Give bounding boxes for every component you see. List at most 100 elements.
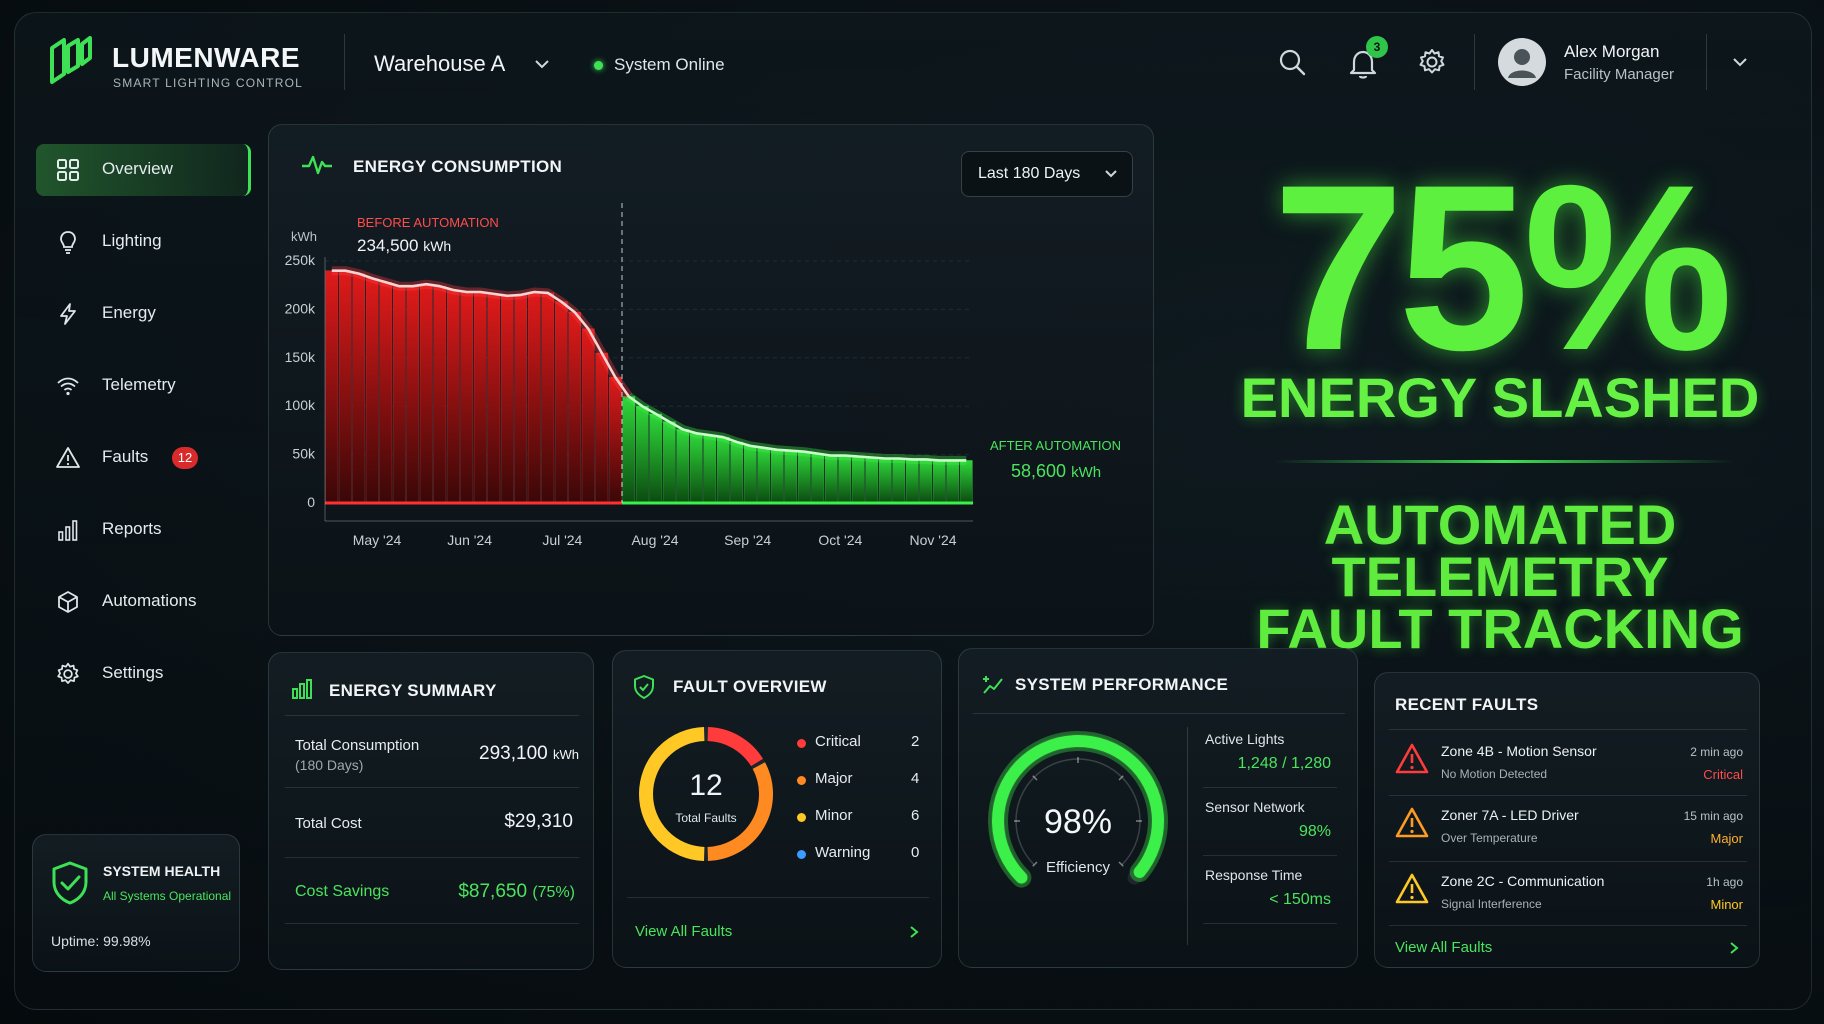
chart-bar <box>595 352 609 504</box>
sidebar-item-telemetry[interactable]: Telemetry <box>36 360 248 412</box>
system-health-status: All Systems Operational <box>103 889 232 903</box>
recent-faults-panel: RECENT FAULTS Zone 4B - Motion Sensor No… <box>1374 672 1760 968</box>
cube-icon <box>58 591 78 613</box>
gear-icon[interactable] <box>1418 48 1446 76</box>
divider <box>1203 787 1337 788</box>
fault-row-label: Warning <box>815 844 871 861</box>
notifications-button[interactable]: 3 <box>1346 36 1388 79</box>
location-label: Warehouse A <box>374 51 506 76</box>
sidebar-item-label: Energy <box>102 303 156 322</box>
fault-row-label: Minor <box>815 807 853 824</box>
sidebar-item-lighting[interactable]: Lighting <box>36 216 248 268</box>
view-all-faults-link[interactable]: View All Faults <box>627 909 929 949</box>
chart-bar <box>676 429 690 504</box>
total-consumption-label: Total Consumption <box>295 737 420 754</box>
status-dot <box>594 61 603 70</box>
shield-check-icon <box>52 861 88 905</box>
hero-headline: ENERGY SLASHED <box>1240 366 1760 429</box>
chart-bar <box>811 453 825 504</box>
chart-bar <box>703 434 717 504</box>
recent-fault-item[interactable]: Zoner 7A - LED Driver Over Temperature 1… <box>1389 797 1747 861</box>
system-status: System Online <box>614 55 725 74</box>
hero-line-telemetry: TELEMETRY <box>1331 545 1669 608</box>
y-tick-label: 0 <box>307 494 315 510</box>
chart-bar <box>824 455 838 504</box>
sidebar-item-overview[interactable]: Overview <box>36 144 251 196</box>
x-tick-label: Aug '24 <box>631 532 678 548</box>
sidebar-item-energy[interactable]: Energy <box>36 288 248 340</box>
sidebar-item-automations[interactable]: Automations <box>36 576 248 628</box>
chart-bar <box>433 285 447 504</box>
chart-bar <box>446 289 460 504</box>
chart-bar <box>892 458 906 504</box>
major-dot <box>797 776 806 785</box>
sidebar-item-settings[interactable]: Settings <box>36 648 248 700</box>
chart-bar <box>500 295 514 504</box>
chart-bar <box>419 283 433 504</box>
cost-savings-value: $87,650 (75%) <box>458 881 575 902</box>
chart-bar <box>770 449 784 504</box>
sidebar-item-label: Telemetry <box>102 375 176 394</box>
chart-bar <box>716 436 730 504</box>
after-automation-label: AFTER AUTOMATION <box>990 438 1121 453</box>
x-tick-label: Nov '24 <box>909 532 956 548</box>
user-role: Facility Manager <box>1564 66 1675 83</box>
user-menu[interactable]: Alex Morgan Facility Manager <box>1498 34 1768 90</box>
chart-bar <box>365 278 379 504</box>
sensor-network-label: Sensor Network <box>1205 799 1305 815</box>
sidebar-item-faults[interactable]: Faults 12 <box>36 432 248 484</box>
total-consumption-value: 293,100 kWh <box>479 743 579 764</box>
location-selector[interactable]: Warehouse A <box>372 48 552 80</box>
cost-savings-label: Cost Savings <box>295 883 390 900</box>
chart-bar <box>865 457 879 504</box>
recent-faults-view-all-link[interactable]: View All Faults <box>1389 927 1747 965</box>
divider <box>1389 861 1747 862</box>
sidebar-item-reports[interactable]: Reports <box>36 504 248 556</box>
chart-bar <box>352 273 366 504</box>
y-tick-label: 50k <box>292 446 316 462</box>
active-lights-label: Active Lights <box>1205 731 1285 747</box>
minor-dot <box>797 813 806 822</box>
bolt-icon <box>60 303 76 325</box>
chevron-right-icon <box>1730 942 1739 954</box>
efficiency-label: Efficiency <box>1046 859 1110 876</box>
shield-check-icon <box>634 675 654 699</box>
chart-bar <box>797 451 811 504</box>
uptime: Uptime: 99.98% <box>51 933 151 949</box>
recent-fault-item[interactable]: Zone 4B - Motion Sensor No Motion Detect… <box>1389 731 1747 795</box>
y-tick-label: 150k <box>285 349 316 365</box>
search-icon[interactable] <box>1278 48 1306 76</box>
x-tick-label: Jul '24 <box>542 532 582 548</box>
system-health-title: SYSTEM HEALTH <box>103 863 221 879</box>
fault-time: 1h ago <box>1706 875 1743 889</box>
response-time-value: < 150ms <box>1269 891 1331 908</box>
divider <box>1389 729 1747 730</box>
chart-bar <box>649 413 663 504</box>
fault-overview-title: FAULT OVERVIEW <box>673 677 827 696</box>
energy-chart: kWh 250k 200k 150k 100k 50k 0 May '24 Jun '24 Jul… <box>285 203 1121 548</box>
chart-bar <box>338 270 352 504</box>
chart-bar <box>392 285 406 504</box>
chevron-right-icon <box>910 926 919 938</box>
fault-total-label: Total Faults <box>675 811 737 825</box>
gear-icon <box>57 662 79 684</box>
wifi-icon <box>57 377 79 396</box>
avatar <box>1498 38 1546 86</box>
total-cost-label: Total Cost <box>295 815 362 832</box>
donut-segment-critical <box>707 727 763 767</box>
chart-bar <box>743 445 757 504</box>
divider <box>1203 923 1337 924</box>
divider <box>1706 34 1707 90</box>
chart-bar <box>379 281 393 504</box>
before-automation-label: BEFORE AUTOMATION <box>357 215 499 230</box>
fault-time: 15 min ago <box>1683 809 1743 823</box>
recent-fault-item[interactable]: Zone 2C - Communication Signal Interfere… <box>1389 863 1747 927</box>
hero-percent: 75% <box>1272 136 1733 400</box>
fault-row-count: 4 <box>911 770 920 787</box>
hero-divider <box>1274 460 1734 463</box>
divider <box>344 34 345 90</box>
fault-severity: Minor <box>1710 897 1743 912</box>
efficiency-value: 98% <box>1043 803 1113 841</box>
chart-bar <box>851 456 865 504</box>
chart-bar <box>527 291 541 504</box>
